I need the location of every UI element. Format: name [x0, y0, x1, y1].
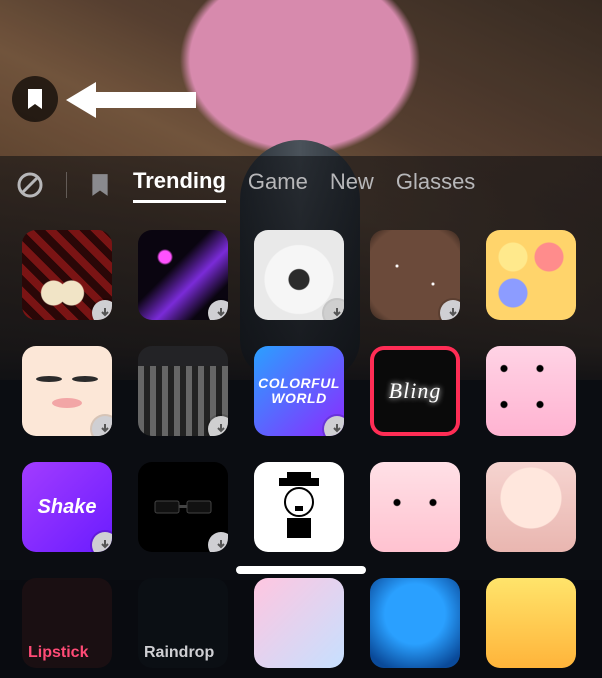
- effect-pink-grid[interactable]: [486, 346, 576, 436]
- effects-panel: Trending Game New Glasses COLORFULWORLD …: [0, 156, 602, 580]
- effect-label: Raindrop: [144, 644, 214, 662]
- bookmark-button[interactable]: [12, 76, 58, 122]
- download-icon: [208, 416, 228, 436]
- tab-new[interactable]: New: [330, 169, 374, 201]
- effect-colorful-world[interactable]: COLORFULWORLD: [254, 346, 344, 436]
- effect-chaplin[interactable]: [254, 462, 344, 552]
- download-icon: [324, 416, 344, 436]
- effect-sunglasses-quad[interactable]: [486, 230, 576, 320]
- download-icon: [440, 300, 460, 320]
- effect-portrait[interactable]: [486, 462, 576, 552]
- effect-label: Bling: [389, 378, 442, 404]
- download-icon: [208, 300, 228, 320]
- none-icon: [16, 171, 44, 199]
- effect-beret[interactable]: [22, 230, 112, 320]
- effect-label: Shake: [38, 496, 97, 519]
- effect-city[interactable]: [138, 346, 228, 436]
- effect-sunglasses-black[interactable]: [138, 462, 228, 552]
- none-effect-button[interactable]: [16, 171, 44, 199]
- tab-glasses[interactable]: Glasses: [396, 169, 475, 201]
- sunglasses-icon: [153, 495, 213, 519]
- effect-label: Lipstick: [28, 644, 88, 662]
- effects-tabbar: Trending Game New Glasses: [0, 156, 602, 214]
- effect-toy[interactable]: [370, 462, 460, 552]
- download-icon: [208, 532, 228, 552]
- effect-shake[interactable]: Shake: [22, 462, 112, 552]
- tab-trending[interactable]: Trending: [133, 168, 226, 203]
- effect-noface[interactable]: [22, 346, 112, 436]
- bookmark-icon: [25, 88, 45, 110]
- download-icon: [92, 416, 112, 436]
- download-icon: [92, 300, 112, 320]
- effect-yellow[interactable]: [486, 578, 576, 668]
- favorites-tab[interactable]: [89, 173, 111, 197]
- effect-bling[interactable]: Bling: [370, 346, 460, 436]
- tab-game[interactable]: Game: [248, 169, 308, 201]
- home-indicator: [236, 566, 366, 574]
- download-icon: [92, 532, 112, 552]
- effect-flower[interactable]: [254, 230, 344, 320]
- effects-grid: COLORFULWORLD Bling Shake Lipstick: [0, 214, 602, 678]
- chaplin-icon: [269, 472, 329, 542]
- effect-lipstick[interactable]: Lipstick: [22, 578, 112, 668]
- effect-raindrop[interactable]: Raindrop: [138, 578, 228, 668]
- effect-laser[interactable]: [138, 230, 228, 320]
- download-icon: [324, 300, 344, 320]
- effect-galaxy[interactable]: [370, 230, 460, 320]
- effect-blue[interactable]: [370, 578, 460, 668]
- bookmark-icon: [89, 173, 111, 197]
- effect-pastel[interactable]: [254, 578, 344, 668]
- divider: [66, 172, 67, 198]
- effect-label: COLORFULWORLD: [258, 376, 340, 405]
